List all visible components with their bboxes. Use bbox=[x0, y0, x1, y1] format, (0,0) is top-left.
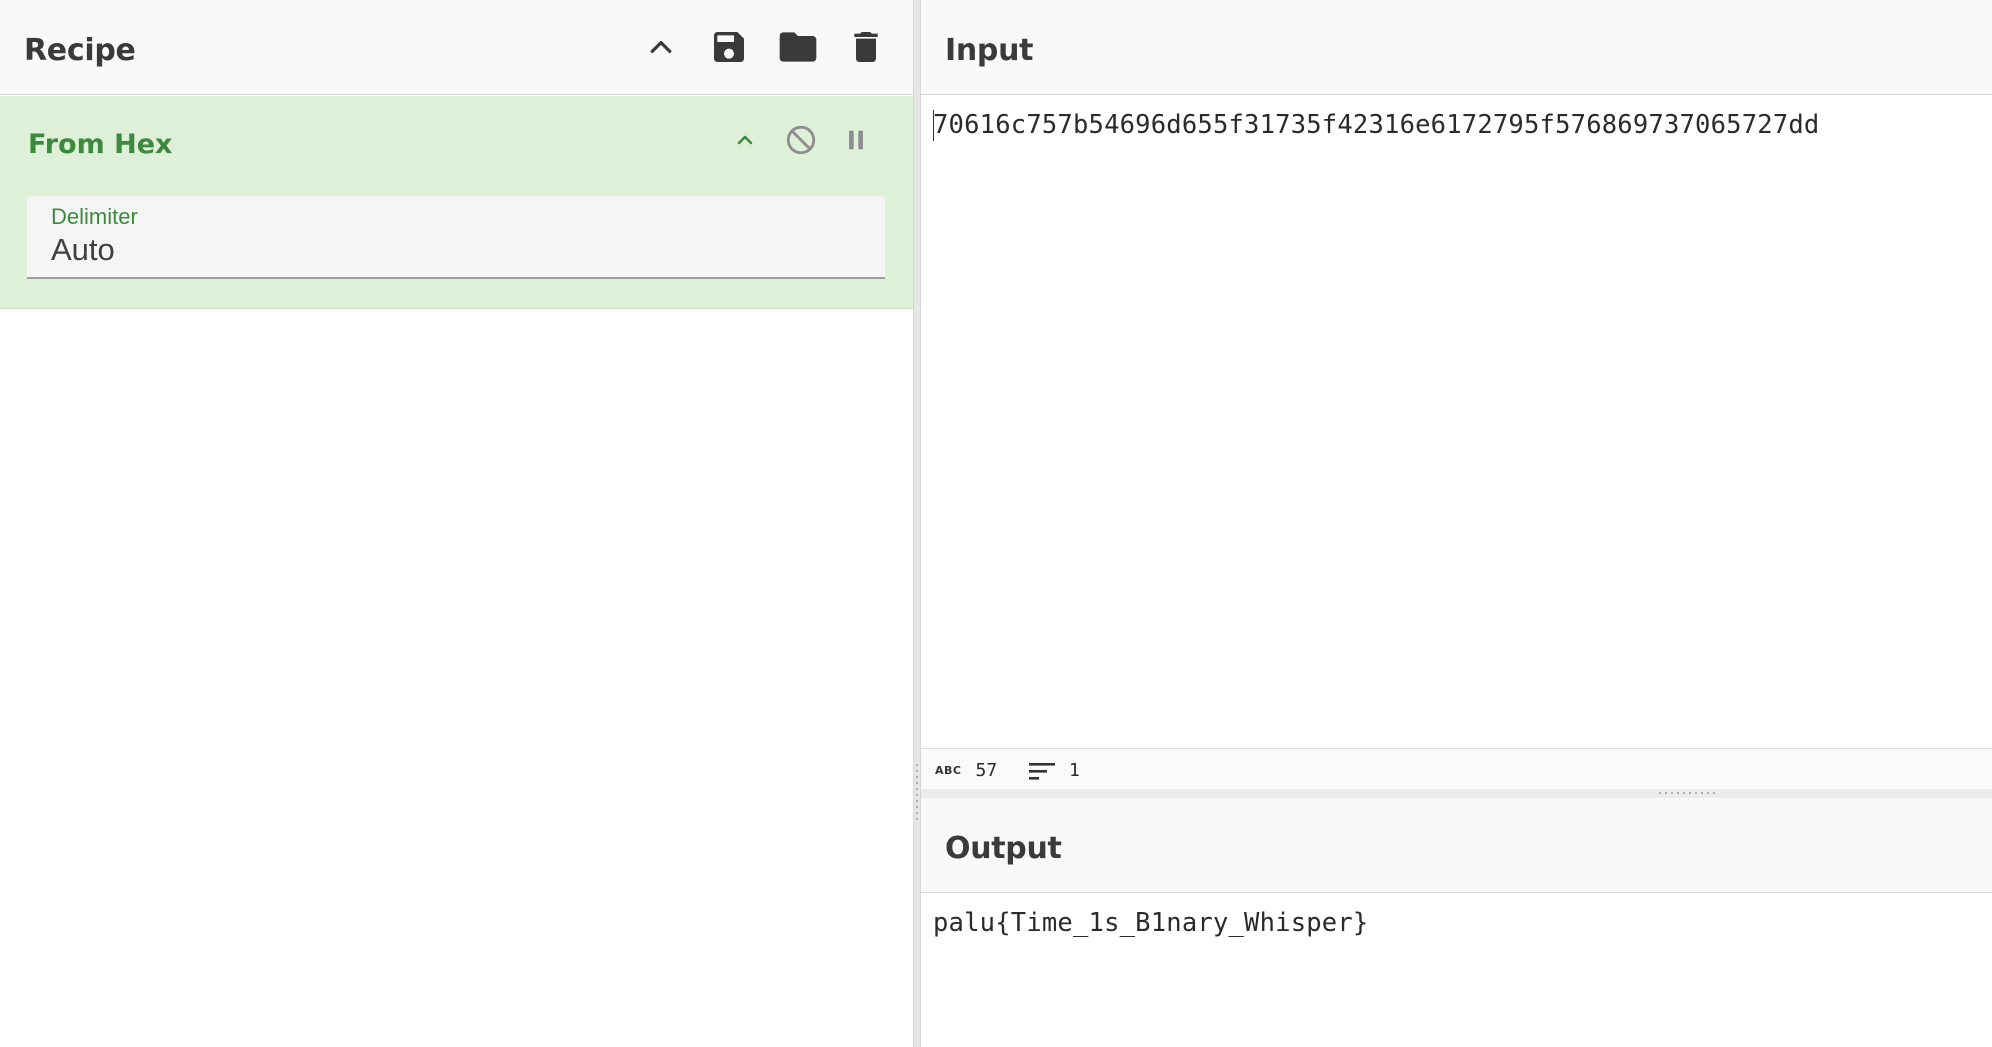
disable-icon[interactable] bbox=[781, 120, 821, 160]
line-count: 1 bbox=[1029, 760, 1080, 781]
trash-icon[interactable] bbox=[843, 24, 889, 70]
vertical-resizer[interactable] bbox=[913, 0, 921, 1047]
output-header: Output bbox=[921, 798, 1992, 893]
minimise-chevron-up-icon[interactable] bbox=[725, 120, 765, 160]
output-text[interactable]: palu{Time_1s_B1nary_Whisper} bbox=[933, 908, 1368, 938]
char-count: ABC 57 bbox=[935, 760, 997, 781]
collapse-all-chevron-up-icon[interactable] bbox=[638, 24, 684, 70]
recipe-header: Recipe bbox=[0, 0, 913, 95]
delimiter-input[interactable] bbox=[51, 232, 851, 268]
line-count-value: 1 bbox=[1069, 760, 1080, 781]
input-header: Input bbox=[921, 0, 1992, 95]
recipe-title: Recipe bbox=[24, 33, 136, 68]
output-pane: Output palu{Time_1s_B1nary_Whisper} bbox=[921, 798, 1992, 1047]
input-pane: Input 70616c757b54696d655f31735f42316e61… bbox=[921, 0, 1992, 789]
recipe-pane: Recipe From Hex Delimiter bbox=[0, 0, 913, 1047]
char-count-value: 57 bbox=[975, 760, 998, 781]
pause-icon[interactable] bbox=[836, 120, 876, 160]
output-title: Output bbox=[945, 831, 1062, 866]
input-title: Input bbox=[945, 33, 1034, 68]
lines-icon bbox=[1029, 761, 1055, 781]
input-text[interactable]: 70616c757b54696d655f31735f42316e6172795f… bbox=[933, 110, 1819, 140]
operation-title: From Hex bbox=[28, 129, 173, 160]
input-status-bar: ABC 57 1 bbox=[921, 748, 1992, 789]
folder-icon[interactable] bbox=[775, 24, 821, 70]
resizer-grip bbox=[916, 762, 918, 824]
from-hex-operation[interactable]: From Hex Delimiter bbox=[0, 96, 913, 309]
resizer-grip bbox=[1657, 792, 1719, 794]
save-icon[interactable] bbox=[706, 24, 752, 70]
abc-icon: ABC bbox=[935, 764, 962, 777]
horizontal-resizer[interactable] bbox=[921, 789, 1992, 798]
delimiter-field[interactable]: Delimiter bbox=[27, 196, 885, 279]
delimiter-label: Delimiter bbox=[51, 204, 138, 229]
